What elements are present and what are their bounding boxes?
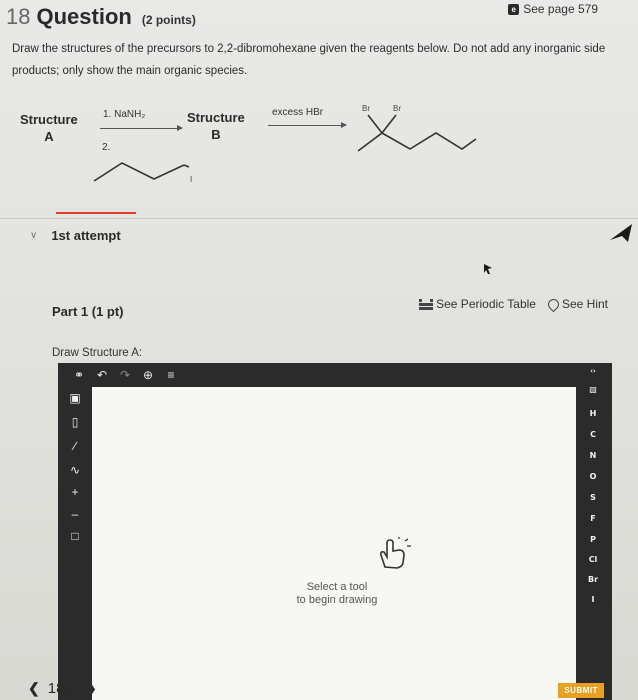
periodic-table-icon (419, 298, 434, 310)
element-n[interactable]: N (586, 451, 600, 460)
element-p[interactable]: P (586, 535, 600, 544)
plus-charge-icon[interactable]: + (67, 485, 83, 499)
hint-pin-icon (545, 296, 562, 312)
question-title: Question (36, 4, 132, 29)
part-label: Part 1 (1 pt) (52, 304, 124, 319)
clear-icon[interactable]: ⚭ (72, 368, 86, 382)
element-f[interactable]: F (586, 514, 600, 523)
next-question-icon[interactable]: ❯ (85, 680, 97, 697)
chain-icon[interactable]: ∿ (67, 463, 83, 477)
hand-pointer-icon (380, 537, 411, 569)
ebook-icon: e (508, 3, 520, 15)
reaction-arrow-2 (268, 122, 347, 128)
pager-position: 18/36 (48, 680, 77, 697)
single-bond-icon[interactable]: ∕ (67, 439, 83, 453)
hint-label: See Hint (561, 297, 608, 311)
question-page: 18 Question (2 points) e See page 579 Dr… (0, 0, 638, 700)
select-icon[interactable]: ▣ (67, 391, 83, 405)
periodic-table-link[interactable]: See Periodic Table (419, 297, 536, 311)
zoom-icon[interactable]: ⊕ (141, 368, 155, 382)
element-s[interactable]: S (586, 493, 600, 502)
canvas-message-line1: Select a tool (306, 581, 368, 593)
element-c[interactable]: C (586, 430, 600, 439)
dibromohexane-structure (357, 114, 477, 152)
periodic-table-label: See Periodic Table (436, 297, 536, 311)
drawing-canvas[interactable]: Select a tool to begin drawing (92, 387, 576, 700)
prev-question-icon[interactable]: ❮ (28, 680, 40, 697)
structure-editor: ⚭ ↶ ↷ ⊕ ≡ ▣ ▯ ∕ ∿ + – □ Select a tool to… (58, 363, 612, 700)
cursor-arrow-icon (610, 224, 632, 242)
mouse-pointer-icon (484, 264, 492, 274)
element-h[interactable]: H (586, 409, 600, 418)
attempt-label: 1st attempt (51, 228, 121, 243)
see-page-label: See page 579 (523, 2, 598, 16)
structure-b-label: Structure B (187, 109, 245, 143)
iodine-label: I (190, 175, 193, 184)
structure-a-label-line1: Structure (20, 112, 78, 127)
redo-icon[interactable]: ↷ (118, 368, 132, 382)
pager-current: 18 (47, 680, 65, 697)
question-prompt: Draw the structures of the precursors to… (12, 43, 606, 77)
reagent-step2: 2. (102, 142, 111, 153)
ring-icon[interactable]: □ (67, 529, 83, 543)
editor-left-toolbar: ▣ ▯ ∕ ∿ + – □ (58, 387, 92, 700)
question-number: 18 (6, 4, 31, 29)
periodic-table-icon[interactable]: ▧ (586, 385, 600, 394)
draw-structure-label: Draw Structure A: (52, 347, 143, 359)
part-links: See Periodic Table See Hint (419, 296, 608, 312)
structure-b-label-line1: Structure (187, 110, 245, 125)
structure-a-label: Structure A (20, 111, 78, 145)
element-cl[interactable]: Cl (586, 555, 600, 564)
section-divider (0, 218, 638, 219)
reaction-arrow-1 (100, 125, 183, 131)
editor-top-toolbar: ⚭ ↶ ↷ ⊕ ≡ (58, 363, 612, 387)
element-i[interactable]: I (586, 595, 600, 604)
canvas-message-line2: to begin drawing (296, 594, 378, 606)
hint-link[interactable]: See Hint (545, 296, 608, 312)
submit-button[interactable]: SUBMIT (558, 683, 604, 698)
iodopropane-structure (93, 162, 190, 182)
element-palette: ‹› ▧ H C N O S F P Cl Br I (576, 363, 612, 700)
minus-charge-icon[interactable]: – (67, 507, 83, 521)
pager-total: /36 (64, 685, 77, 695)
reagent-hbr: excess HBr (272, 107, 324, 118)
palette-expand-icon[interactable]: ‹› (586, 367, 600, 375)
template-icon[interactable]: ≡ (164, 368, 178, 382)
undo-icon[interactable]: ↶ (95, 368, 109, 382)
question-header: 18 Question (2 points) (6, 4, 196, 30)
element-br[interactable]: Br (586, 575, 600, 584)
eraser-icon[interactable]: ▯ (67, 415, 83, 429)
attempt-header[interactable]: ∨ 1st attempt (30, 228, 121, 243)
reaction-scheme: Structure A 1. NaNH₂ 2. I Structure B ex… (0, 95, 638, 215)
progress-underline (56, 212, 136, 214)
question-pager: ❮ 18/36 ❯ (28, 680, 97, 697)
structure-b-label-line2: B (211, 127, 221, 142)
structure-a-label-line2: A (44, 129, 54, 144)
canvas-message: Select a tool to begin drawing (282, 581, 392, 607)
reagent-step1: 1. NaNH₂ (103, 109, 146, 120)
question-points: (2 points) (141, 13, 196, 27)
see-page-link[interactable]: e See page 579 (508, 2, 598, 16)
element-o[interactable]: O (586, 472, 600, 481)
chevron-down-icon: ∨ (30, 230, 38, 241)
